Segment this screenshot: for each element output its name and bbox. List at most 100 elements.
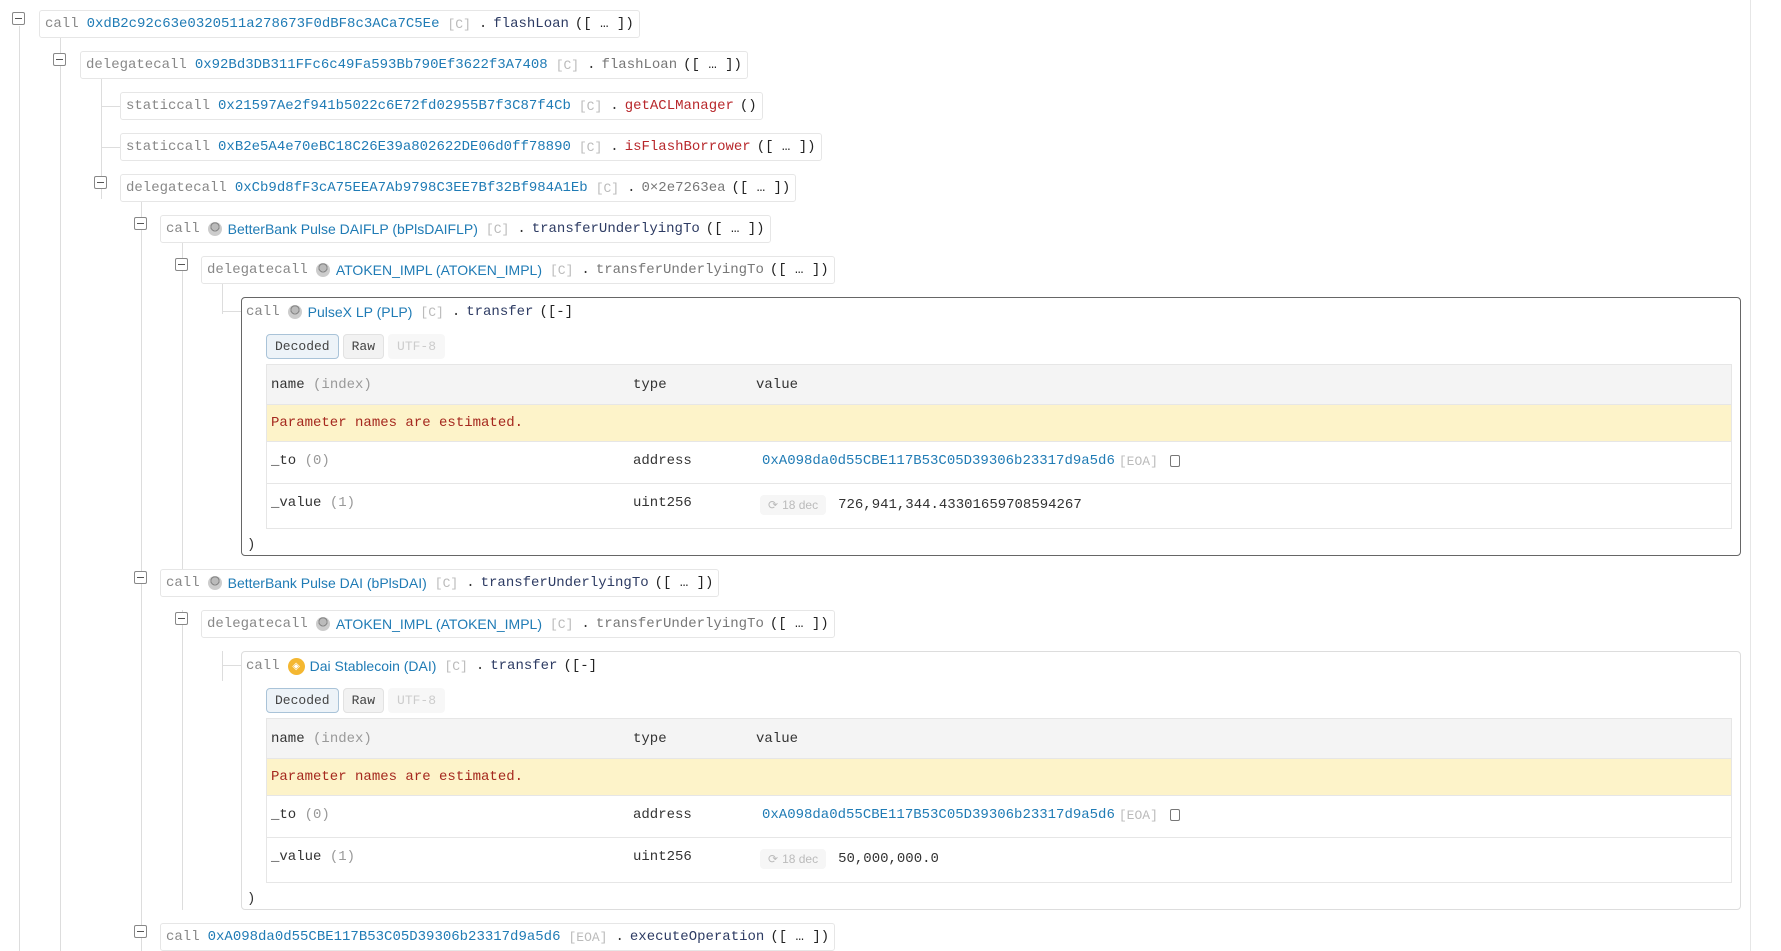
args-collapse[interactable]: ([-] [539,304,573,320]
contract-address-link[interactable]: 0x92Bd3DB311FFc6c49Fa593Bb790Ef3622f3A74… [195,57,548,73]
token-icon [316,263,330,277]
call-row[interactable]: staticcall 0xB2e5A4e70eBC18C26E39a802622… [120,133,822,161]
contract-tag: [C] [556,58,579,73]
args-expand[interactable]: ([ … ]) [655,575,714,591]
closing-paren: ) [242,883,1740,907]
call-row[interactable]: delegatecall 0xCb9d8fF3cA75EEA7Ab9798C3E… [120,174,796,202]
collapse-toggle[interactable] [134,925,147,938]
token-link[interactable]: ATOKEN_IMPL (ATOKEN_IMPL) [336,616,542,632]
args-expand[interactable]: () [740,98,757,114]
param-index: (1) [330,849,355,865]
args-expand[interactable]: ([ … ]) [770,262,829,278]
method-name: 0×2e7263ea [642,180,726,196]
args-collapse[interactable]: ([-] [563,658,597,674]
token-link[interactable]: Dai Stablecoin (DAI) [310,658,437,674]
call-row[interactable]: delegatecall ATOKEN_IMPL (ATOKEN_IMPL) [… [201,256,835,284]
tree-line [19,26,20,951]
contract-tag: [C] [579,140,602,155]
args-expand[interactable]: ([ … ]) [732,180,791,196]
col-type: type [633,731,756,747]
param-name: _value [271,495,321,511]
decimals-label: 18 dec [782,498,818,512]
collapse-toggle[interactable] [134,217,147,230]
token-link[interactable]: PulseX LP (PLP) [308,304,413,320]
call-row[interactable]: call BetterBank Pulse DAIFLP (bPlsDAIFLP… [160,215,771,243]
param-index: (0) [305,453,330,469]
copy-icon[interactable] [1170,809,1180,821]
method-name: flashLoan [602,57,678,73]
table-row: _to (0) address 0xA098da0d55CBE117B53C05… [267,795,1731,837]
address-link[interactable]: 0xA098da0d55CBE117B53C05D39306b23317d9a5… [762,807,1115,823]
col-name: name [271,731,305,747]
col-index: (index) [313,377,372,393]
param-type: uint256 [633,849,756,865]
call-kind: delegatecall [207,262,308,278]
param-index: (0) [305,807,330,823]
contract-address-link[interactable]: 0xCb9d8fF3cA75EEA7Ab9798C3EE7Bf32Bf984A1… [235,180,588,196]
table-header: name (index) type value [267,365,1731,404]
decimals-toggle[interactable]: ⟳18 dec [760,495,826,515]
scrollbar-track[interactable] [1750,0,1751,951]
call-row[interactable]: staticcall 0x21597Ae2f941b5022c6E72fd029… [120,92,763,120]
args-expand[interactable]: ([ … ]) [683,57,742,73]
collapse-toggle[interactable] [12,12,25,25]
call-kind: delegatecall [126,180,227,196]
col-index: (index) [313,731,372,747]
dai-token-icon: ◈ [288,658,305,675]
contract-address-link[interactable]: 0xA098da0d55CBE117B53C05D39306b23317d9a5… [208,929,561,945]
args-expand[interactable]: ([ … ]) [575,16,634,32]
tree-line [222,651,223,681]
args-expand[interactable]: ([ … ]) [757,139,816,155]
call-row[interactable]: call 0xA098da0d55CBE117B53C05D39306b2331… [160,923,835,951]
method-name: transferUnderlyingTo [596,262,764,278]
contract-address-link[interactable]: 0x21597Ae2f941b5022c6E72fd02955B7f3C87f4… [218,98,571,114]
tab-decoded[interactable]: Decoded [266,688,339,713]
tab-decoded[interactable]: Decoded [266,334,339,359]
token-icon [208,576,222,590]
call-row[interactable]: delegatecall 0x92Bd3DB311FFc6c49Fa593Bb7… [80,51,748,79]
call-row[interactable]: delegatecall ATOKEN_IMPL (ATOKEN_IMPL) [… [201,610,835,638]
call-kind: staticcall [126,139,210,155]
decimals-label: 18 dec [782,852,818,866]
tree-line [182,243,183,583]
tab-raw[interactable]: Raw [343,688,384,713]
token-link[interactable]: BetterBank Pulse DAIFLP (bPlsDAIFLP) [228,221,478,237]
copy-icon[interactable] [1170,455,1180,467]
collapse-toggle[interactable] [134,571,147,584]
collapse-toggle[interactable] [175,612,188,625]
call-row[interactable]: call PulseX LP (PLP) [C]. transfer ([-] [242,298,1740,326]
args-expand[interactable]: ([ … ]) [770,929,829,945]
collapse-toggle[interactable] [94,176,107,189]
method-name: getACLManager [625,98,734,114]
call-row[interactable]: call ◈ Dai Stablecoin (DAI) [C]. transfe… [242,652,1740,680]
param-type: address [633,453,756,469]
table-row: _value (1) uint256 ⟳18 dec50,000,000.0 [267,837,1731,882]
call-kind: staticcall [126,98,210,114]
contract-address-link[interactable]: 0xB2e5A4e70eBC18C26E39a802622DE06d0ff788… [218,139,571,155]
col-value: value [756,377,1731,393]
tree-line [60,38,61,951]
token-link[interactable]: ATOKEN_IMPL (ATOKEN_IMPL) [336,262,542,278]
params-table: name (index) type value Parameter names … [266,718,1732,883]
call-detail-panel: call ◈ Dai Stablecoin (DAI) [C]. transfe… [241,651,1741,910]
call-row[interactable]: call BetterBank Pulse DAI (bPlsDAI) [C].… [160,569,719,597]
contract-tag: [C] [447,17,470,32]
tab-raw[interactable]: Raw [343,334,384,359]
token-link[interactable]: BetterBank Pulse DAI (bPlsDAI) [228,575,427,591]
args-expand[interactable]: ([ … ]) [706,221,765,237]
call-kind: delegatecall [207,616,308,632]
token-icon [208,222,222,236]
param-value: 726,941,344.43301659708594267 [838,497,1082,513]
collapse-toggle[interactable] [175,258,188,271]
method-name: isFlashBorrower [625,139,751,155]
tab-utf8: UTF-8 [388,334,445,359]
contract-address-link[interactable]: 0xdB2c92c63e0320511a278673F0dBF8c3ACa7C5… [87,16,440,32]
collapse-toggle[interactable] [53,53,66,66]
address-link[interactable]: 0xA098da0d55CBE117B53C05D39306b23317d9a5… [762,453,1115,469]
call-row[interactable]: call 0xdB2c92c63e0320511a278673F0dBF8c3A… [39,10,640,38]
args-expand[interactable]: ([ … ]) [770,616,829,632]
decimals-toggle[interactable]: ⟳18 dec [760,849,826,869]
tree-line [222,311,241,312]
contract-tag: [C] [550,617,573,632]
call-kind: delegatecall [86,57,187,73]
